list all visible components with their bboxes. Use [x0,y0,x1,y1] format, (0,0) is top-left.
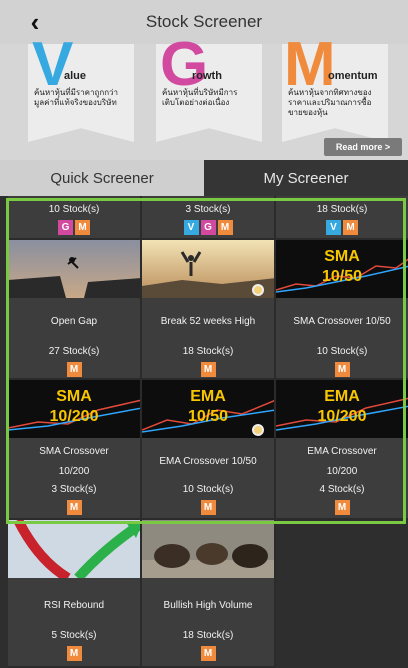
momentum-badge: M [200,362,216,377]
badge-group: M [142,362,274,377]
page-title: Stock Screener [145,12,263,31]
chart-label-bottom: 10/200 [49,408,99,425]
momentum-badge: M [343,220,358,235]
badge-group: M [276,500,408,515]
screener-card-bullish-high-volume[interactable]: Bullish High Volume 18 Stock(s) M [142,520,276,668]
badge-group: M [142,500,274,515]
chart-label-bottom: 10/200 [317,408,367,425]
sma-10-50-thumbnail: SMA 10/50 [276,240,408,298]
stock-count: 5 Stock(s) [51,630,97,641]
lock-icon [252,284,264,296]
screener-name: SMA Crossover 10/50 [293,316,391,327]
stock-count: 18 Stock(s) [182,630,234,641]
momentum-badge: M [217,220,233,235]
value-word: alue [64,70,87,82]
growth-desc: ค้นหาหุ้นที่บริษัทมีการเติบโตอย่างต่อเนื… [162,88,238,107]
momentum-badge: M [66,500,82,515]
momentum-badge: M [75,220,90,235]
growth-badge: G [200,220,216,235]
momentum-badge: M [66,362,82,377]
momentum-badge: M [334,362,350,377]
chart-label-top: EMA [324,388,360,405]
screener-card-sma-crossover-10-200[interactable]: SMA 10/200 SMA Crossover 10/200 3 Stock(… [8,380,142,520]
read-more-button[interactable]: Read more > [324,138,402,156]
screener-card-ema-crossover-10-50[interactable]: EMA 10/50 EMA Crossover 10/50 10 Stock(s… [142,380,276,520]
screener-name: RSI Rebound [43,600,105,611]
screener-name: EMA Crossover 10/50 [159,456,257,467]
badge-group: M [276,362,408,377]
badge-group: M [8,646,140,661]
chart-label-bottom: 10/50 [321,268,363,285]
rsi-rebound-thumbnail [8,520,140,578]
stock-count: 10 Stock(s) [316,346,368,357]
growth-letter: G [160,30,209,99]
screener-name: EMA Crossover [307,446,377,457]
momentum-badge: M [66,646,82,661]
momentum-badge: M [200,646,216,661]
screener-name-line-2: 10/200 [326,466,358,477]
badge-group: M [8,500,140,515]
value-card[interactable]: V alue ค้นหาหุ้นที่มีราคาถูกกว่ามูลค่าที… [28,34,134,142]
sma-10-200-thumbnail: SMA 10/200 [8,380,140,438]
screener-card[interactable]: 3 Stock(s) V G M [142,196,276,240]
momentum-badge: M [334,500,350,515]
value-desc: ค้นหาหุ้นที่มีราคาถูกกว่ามูลค่าที่แท้จริ… [34,88,119,107]
badge-group: G M [8,220,140,235]
momentum-badge: M [200,500,216,515]
stock-count: 3 Stock(s) [51,484,97,495]
stock-count: 3 Stock(s) [185,204,231,215]
ema-10-200-thumbnail: EMA 10/200 [276,380,408,438]
bullish-high-volume-thumbnail [142,520,274,578]
screener-grid: 10 Stock(s) G M 3 Stock(s) V G M 18 Stoc… [8,196,408,668]
value-badge: V [183,220,199,235]
stock-count: 18 Stock(s) [182,346,234,357]
screener-name: Open Gap [50,316,98,327]
value-badge: V [326,220,341,235]
open-gap-thumbnail [8,240,140,298]
chart-label-top: EMA [190,388,226,405]
growth-card[interactable]: G rowth ค้นหาหุ้นที่บริษัทมีการเติบโตอย่… [156,34,262,142]
screener-name-line-2: 10/200 [58,466,90,477]
strategy-banner[interactable]: V alue ค้นหาหุ้นที่มีราคาถูกกว่ามูลค่าที… [0,34,408,160]
break-52-weeks-thumbnail [142,240,274,298]
screener-name: Bullish High Volume [163,600,253,611]
screener-tabs: Quick Screener My Screener [0,160,408,196]
chart-label-bottom: 10/50 [187,408,229,425]
momentum-letter: M [284,30,336,99]
app-root: ‹ Stock Screener V alue ค้นหาหุ้นที่มีรา… [0,0,408,668]
chart-label-top: SMA [56,388,92,405]
screener-card-ema-crossover-10-200[interactable]: EMA 10/200 EMA Crossover 10/200 4 Stock(… [276,380,408,520]
value-letter: V [32,30,74,99]
screener-card-sma-crossover-10-50[interactable]: SMA 10/50 SMA Crossover 10/50 10 Stock(s… [276,240,408,380]
screener-card-open-gap[interactable]: Open Gap 27 Stock(s) M [8,240,142,380]
badge-group: M [142,646,274,661]
screener-card-break-52-weeks-high[interactable]: Break 52 weeks High 18 Stock(s) M [142,240,276,380]
tab-quick-screener[interactable]: Quick Screener [0,160,204,196]
growth-badge: G [58,220,73,235]
chart-label-top: SMA [324,248,360,265]
stock-count: 18 Stock(s) [316,204,368,215]
lock-icon [252,424,264,436]
growth-word: rowth [192,70,222,82]
momentum-word: omentum [328,70,378,82]
screener-card[interactable]: 10 Stock(s) G M [8,196,142,240]
badge-group: M [8,362,140,377]
momentum-card[interactable]: M omentum ค้นหาหุ้นจากทิศทางของราคาและปร… [282,34,388,142]
stock-count: 27 Stock(s) [48,346,100,357]
stock-count: 10 Stock(s) [48,204,100,215]
screener-card[interactable]: 18 Stock(s) V M [276,196,408,240]
screener-name: SMA Crossover [39,446,109,457]
tab-my-screener[interactable]: My Screener [204,160,408,196]
ema-10-50-thumbnail: EMA 10/50 [142,380,274,438]
screener-name: Break 52 weeks High [160,316,256,327]
badge-group: V G M [142,220,274,235]
momentum-desc: ค้นหาหุ้นจากทิศทางของราคาและปริมาณการซื้… [288,88,372,117]
stock-count: 10 Stock(s) [182,484,234,495]
screener-card-rsi-rebound[interactable]: RSI Rebound 5 Stock(s) M [8,520,142,668]
badge-group: V M [276,220,408,235]
stock-count: 4 Stock(s) [319,484,365,495]
